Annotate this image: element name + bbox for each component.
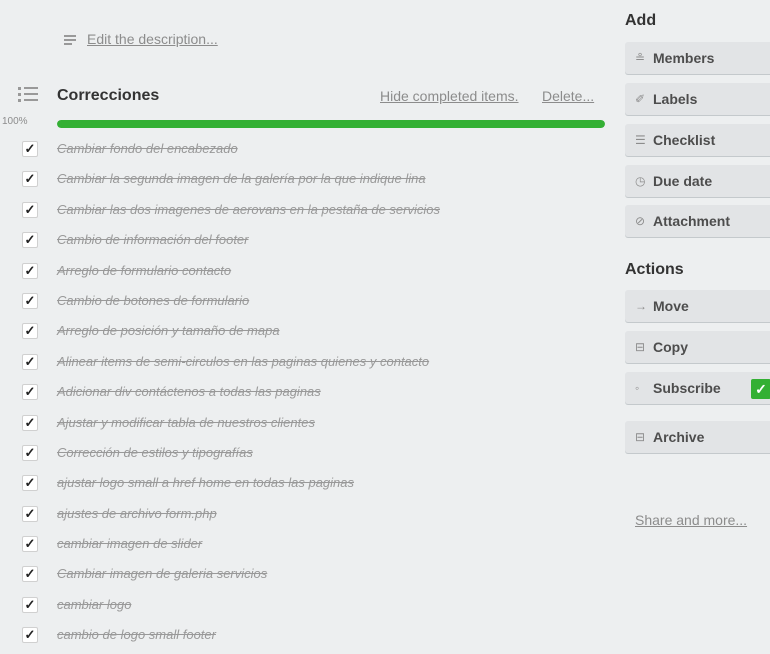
actions-heading: Actions: [625, 261, 684, 278]
checklist-item-text[interactable]: cambio de logo small footer: [57, 627, 216, 642]
clock-icon: ◷: [635, 174, 646, 188]
checklist-label: Checklist: [653, 132, 716, 148]
checklist-item-checkbox[interactable]: ✓: [22, 536, 38, 553]
checklist-item-text[interactable]: Adicionar div contáctenos a todas las pa…: [57, 384, 321, 399]
checklist-item[interactable]: ✓ ajustar logo small a href home en todas…: [0, 471, 615, 501]
archive-icon: ⊟: [635, 430, 646, 444]
checklist-item[interactable]: ✓ Arreglo de formulario contacto: [0, 259, 615, 289]
checklist-icon: ☰: [635, 133, 646, 147]
checklist-item-checkbox[interactable]: ✓: [22, 353, 38, 370]
archive-label: Archive: [653, 429, 705, 445]
checklist-item-text[interactable]: Arreglo de formulario contacto: [57, 263, 231, 278]
checklist-item[interactable]: ✓ cambio de logo small footer: [0, 623, 615, 653]
move-button[interactable]: → Move: [625, 290, 770, 322]
checklist-item-checkbox[interactable]: ✓: [22, 627, 38, 644]
delete-checklist-link[interactable]: Delete...: [542, 88, 594, 104]
checklist-item-text[interactable]: ajustar logo small a href home en todas …: [57, 475, 354, 490]
copy-label: Copy: [653, 339, 688, 355]
checklist-item-checkbox[interactable]: ✓: [22, 292, 38, 309]
checklist-item[interactable]: ✓ cambiar logo: [0, 593, 615, 623]
due-date-button[interactable]: ◷ Due date: [625, 165, 770, 197]
checklist-item[interactable]: ✓ Cambio de botones de formulario: [0, 289, 615, 319]
copy-icon: ⊟: [635, 340, 646, 354]
checklist-item-text[interactable]: Cambiar imagen de galeria servicios: [57, 566, 267, 581]
checklist-item-checkbox[interactable]: ✓: [22, 384, 38, 401]
checklist-item-text[interactable]: Cambiar las dos imagenes de aerovans en …: [57, 202, 440, 217]
checklist-progress-fill: [57, 120, 605, 128]
card-sidebar: Add ≗ Members ✐ Labels ☰ Checklist ◷ Due…: [615, 0, 770, 645]
tag-icon: ✐: [635, 92, 646, 106]
members-label: Members: [653, 50, 715, 66]
checklist-item[interactable]: ✓ Cambiar fondo del encabezado: [0, 137, 615, 167]
checklist-item[interactable]: ✓ ajustes de archivo form.php: [0, 502, 615, 532]
checklist-item-checkbox[interactable]: ✓: [22, 505, 38, 522]
checklist-title[interactable]: Correcciones: [57, 87, 159, 105]
move-label: Move: [653, 298, 689, 314]
checklist-items: ✓ Cambiar fondo del encabezado ✓ Cambiar la…: [0, 137, 615, 654]
checklist-item-checkbox[interactable]: ✓: [22, 141, 38, 157]
eye-icon: ◦: [635, 381, 640, 395]
checklist-item-text[interactable]: cambiar logo: [57, 597, 131, 612]
add-heading: Add: [625, 12, 657, 29]
due-date-label: Due date: [653, 173, 713, 189]
labels-button[interactable]: ✐ Labels: [625, 83, 770, 115]
description-lines-icon: [64, 35, 76, 45]
checklist-item-text[interactable]: Ajustar y modificar tabla de nuestros cl…: [57, 415, 315, 430]
checklist-item[interactable]: ✓ Adicionar div contáctenos a todas las p…: [0, 380, 615, 410]
paperclip-icon: ⊘: [635, 214, 646, 228]
copy-button[interactable]: ⊟ Copy: [625, 331, 770, 363]
checklist-item-text[interactable]: Alinear items de semi-circulos en las pa…: [57, 354, 429, 369]
progress-percent: 100%: [2, 116, 28, 127]
checklist-item-text[interactable]: ajustes de archivo form.php: [57, 506, 217, 521]
checklist-item-text[interactable]: cambiar imagen de slider: [57, 536, 202, 551]
checklist-item-text[interactable]: Arreglo de posición y tamaño de mapa: [57, 323, 280, 338]
checklist-item-checkbox[interactable]: ✓: [22, 262, 38, 279]
checklist-item[interactable]: ✓ Cambio de información del footer: [0, 228, 615, 258]
checklist-item[interactable]: ✓ Cambiar la segunda imagen de la galería…: [0, 167, 615, 197]
checklist-button[interactable]: ☰ Checklist: [625, 124, 770, 156]
checklist-item-checkbox[interactable]: ✓: [22, 596, 38, 613]
checklist-item-checkbox[interactable]: ✓: [22, 201, 38, 218]
attachment-label: Attachment: [653, 213, 731, 229]
checklist-item-text[interactable]: Cambio de botones de formulario: [57, 293, 249, 308]
share-and-more-link[interactable]: Share and more...: [635, 512, 747, 528]
checklist-item-text[interactable]: Cambiar la segunda imagen de la galería …: [57, 171, 426, 186]
checklist-item-checkbox[interactable]: ✓: [22, 475, 38, 492]
checklist-item-text[interactable]: Corrección de estilos y tipografías: [57, 445, 253, 460]
checklist-item-text[interactable]: Cambiar fondo del encabezado: [57, 141, 238, 156]
checklist-item[interactable]: ✓ Arreglo de posición y tamaño de mapa: [0, 319, 615, 349]
archive-button[interactable]: ⊟ Archive: [625, 421, 770, 453]
checklist-item[interactable]: ✓ cambiar imagen de slider: [0, 532, 615, 562]
arrow-right-icon: →: [635, 299, 647, 313]
members-button[interactable]: ≗ Members: [625, 42, 770, 74]
checklist-item[interactable]: ✓ Cambiar imagen de galeria servicios: [0, 562, 615, 592]
hide-completed-link[interactable]: Hide completed items.: [380, 88, 519, 104]
checklist-item[interactable]: ✓ Alinear items de semi-circulos en las p…: [0, 350, 615, 380]
subscribe-button[interactable]: ◦ Subscribe ✓: [625, 372, 770, 404]
checklist-item-checkbox[interactable]: ✓: [22, 444, 38, 461]
checklist-item[interactable]: ✓ Corrección de estilos y tipografías: [0, 441, 615, 471]
checklist-progress-bar: [57, 120, 605, 128]
card-detail-main: Edit the description... Correcciones Hid…: [0, 0, 615, 645]
checklist-item[interactable]: ✓ Cambiar las dos imagenes de aerovans en…: [0, 198, 615, 228]
labels-label: Labels: [653, 91, 698, 107]
checklist-icon: [18, 86, 42, 102]
checklist-item-checkbox[interactable]: ✓: [22, 171, 38, 188]
checklist-item-checkbox[interactable]: ✓: [22, 414, 38, 431]
subscribed-check-icon: ✓: [751, 379, 770, 399]
person-icon: ≗: [635, 51, 646, 65]
checklist-item-text[interactable]: Cambio de información del footer: [57, 232, 249, 247]
subscribe-label: Subscribe: [653, 380, 721, 396]
checklist-item-checkbox[interactable]: ✓: [22, 232, 38, 249]
checklist-item[interactable]: ✓ Ajustar y modificar tabla de nuestros c…: [0, 411, 615, 441]
checklist-item-checkbox[interactable]: ✓: [22, 323, 38, 340]
checklist-item-checkbox[interactable]: ✓: [22, 566, 38, 583]
attachment-button[interactable]: ⊘ Attachment: [625, 205, 770, 237]
edit-description-link[interactable]: Edit the description...: [87, 31, 218, 47]
